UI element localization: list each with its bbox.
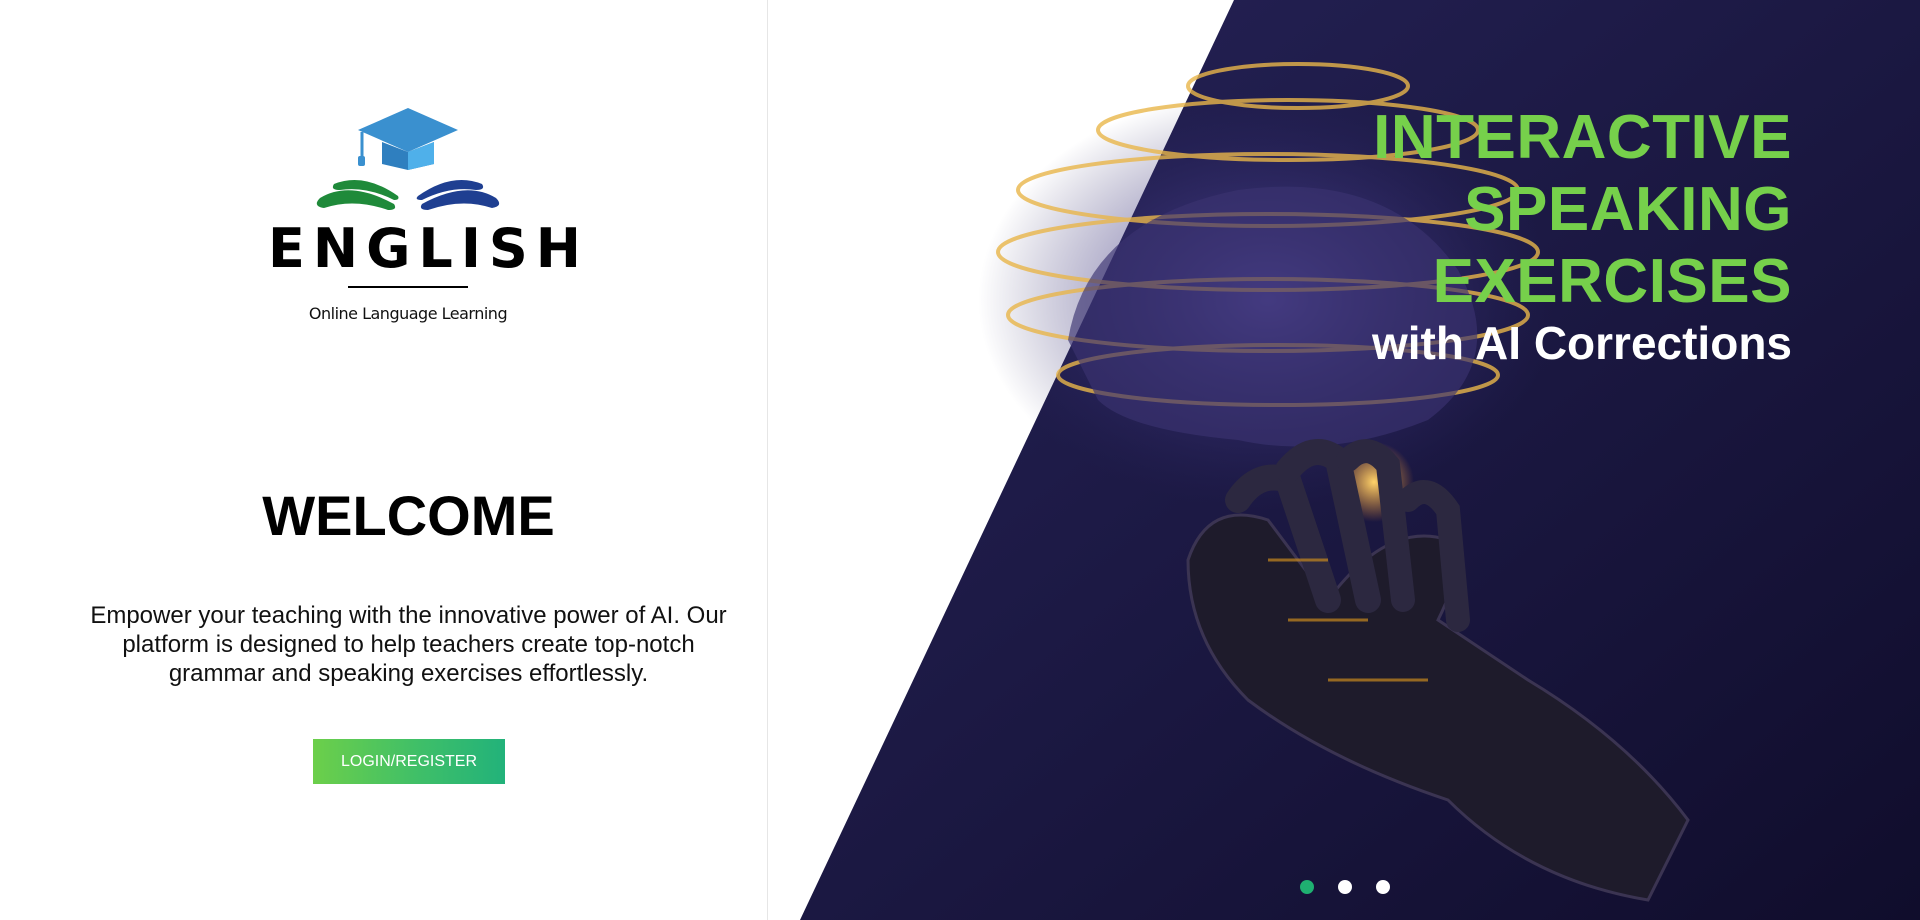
left-panel: ENGLISH Online Language Learning WELCOME…: [0, 0, 768, 920]
hero-headline-line: EXERCISES: [1432, 247, 1792, 316]
logo-divider: [348, 286, 468, 288]
logo-tagline: Online Language Learning: [308, 304, 508, 323]
welcome-text: Empower your teaching with the innovativ…: [90, 602, 727, 687]
hero-headline: INTERACTIVE SPEAKING EXERCISES: [1373, 102, 1792, 318]
slider-dot-2[interactable]: [1338, 880, 1352, 894]
hero-slider: INTERACTIVE SPEAKING EXERCISES with AI C…: [768, 0, 1920, 920]
logo-wordmark: ENGLISH: [268, 217, 589, 280]
slider-dot-1[interactable]: [1300, 880, 1314, 894]
login-register-button[interactable]: LOGIN/REGISTER: [313, 739, 505, 784]
hero-headline-line: SPEAKING: [1464, 175, 1792, 244]
graduation-book-icon: [316, 108, 500, 210]
hero-headline-line: INTERACTIVE: [1373, 103, 1792, 172]
welcome-title: WELCOME: [262, 484, 555, 547]
logo: ENGLISH Online Language Learning: [268, 106, 589, 331]
hero-subline: with AI Corrections: [1372, 317, 1792, 369]
slider-dot-3[interactable]: [1376, 880, 1390, 894]
